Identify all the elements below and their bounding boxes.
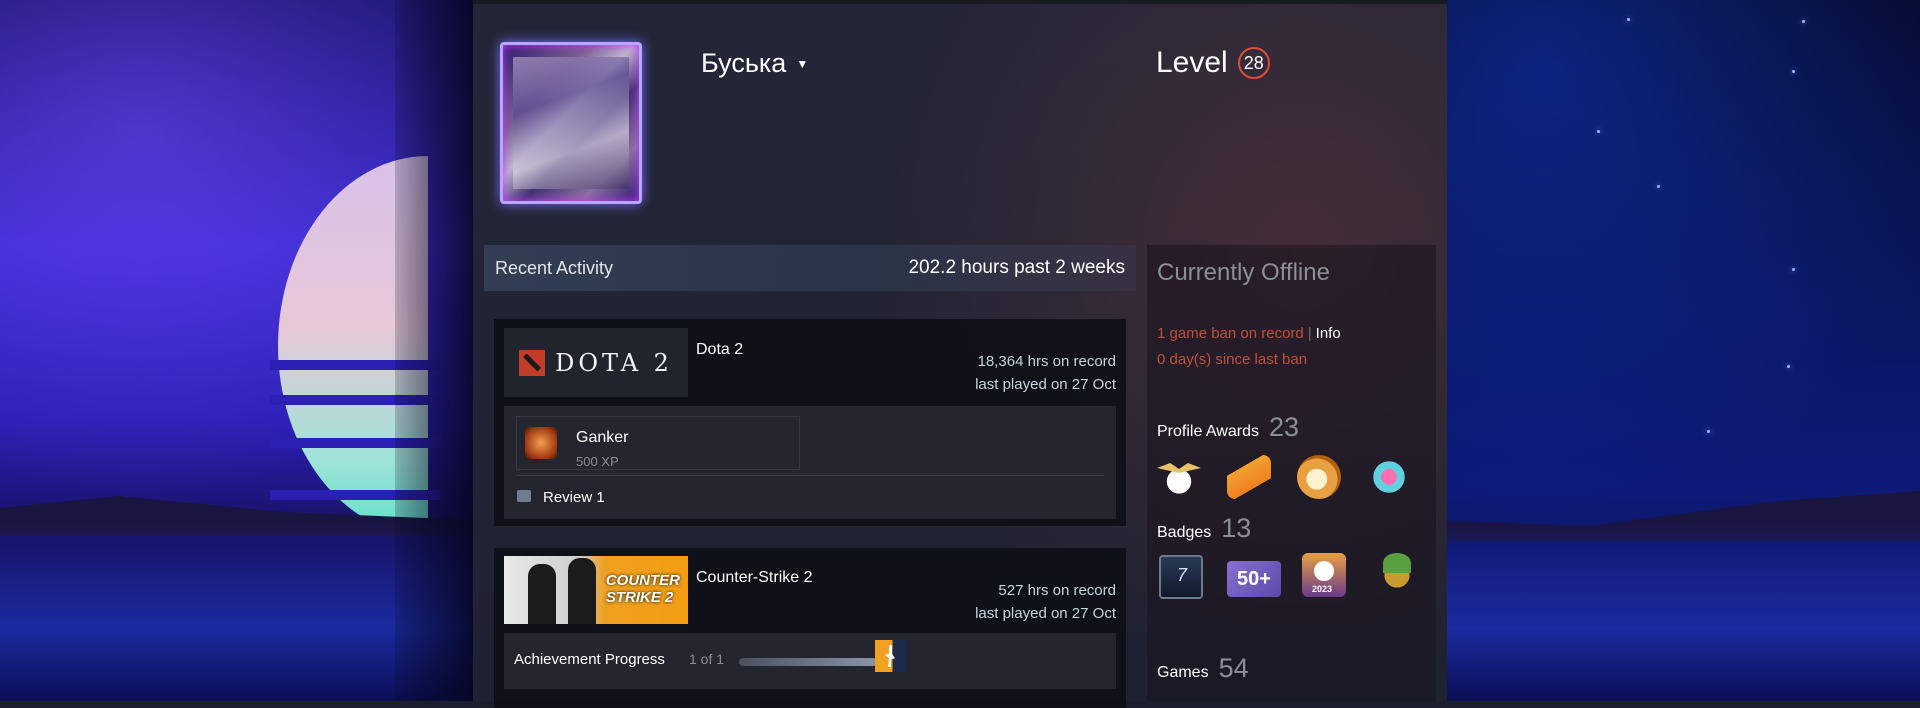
badge-year-label: 2023 [1312,584,1333,594]
badges-header[interactable]: Badges 13 [1157,513,1251,544]
avatar[interactable] [500,42,642,204]
review-link[interactable]: Review 1 [504,484,704,512]
hours-on-record: 527 hrs on record [998,582,1116,599]
online-status: Currently Offline [1157,259,1330,286]
achievement-item[interactable]: Ganker 500 XP [516,416,800,470]
top-bar [473,0,1447,4]
cs-soldier-graphic [568,558,596,624]
achievement-progress-label: Achievement Progress [514,651,665,668]
background-right [1447,0,1920,701]
divider [516,475,1104,476]
achievement-xp: 500 XP [576,454,619,469]
achievement-name: Ganker [576,429,629,446]
game-capsule-dota2[interactable]: DOTA 2 [504,328,688,397]
badges-label: Badges [1157,524,1212,541]
last-played: last played on 27 Oct [975,605,1116,622]
badge-game-icon[interactable] [1375,553,1419,597]
game-hours: 18,364 hrs on record last played on 27 O… [975,350,1116,396]
avatar-image [513,57,629,189]
game-capsule-cs2[interactable]: COUNTER STRIKE 2 [504,556,688,624]
game-name[interactable]: Counter-Strike 2 [696,569,813,587]
background-left [0,0,473,701]
thumbs-up-icon [517,490,531,502]
profile-main-column: Буська ▼ Level 28 Recent Activity 202.2 … [473,0,1447,708]
games-header[interactable]: Games 54 [1157,653,1249,684]
game-name[interactable]: Dota 2 [696,341,743,359]
recent-activity-title: Recent Activity [495,257,614,278]
achievement-ganker-icon [525,427,557,459]
award-hand-icon[interactable] [1227,455,1271,499]
cs-soldier-graphic [528,564,556,624]
badge-steam-2023-icon[interactable]: 2023 [1302,553,1346,597]
capsule-text: COUNTER STRIKE 2 [606,572,680,606]
badge-years-icon[interactable] [1159,555,1203,599]
achievement-thumbnail-icon[interactable] [875,640,907,672]
capsule-text-line2: STRIKE 2 [605,589,674,606]
game-details-dota2: Ganker 500 XP Review 1 [504,406,1116,519]
capsule-text: DOTA 2 [555,348,673,377]
level-badge[interactable]: 28 [1237,47,1270,79]
ban-text: 1 game ban on record [1157,325,1304,342]
palm-shadow [395,0,473,701]
games-label: Games [1157,664,1209,681]
achievement-progress-value: 1 of 1 [689,651,725,667]
award-horse-icon[interactable] [1297,455,1341,499]
profile-awards-label: Profile Awards [1157,423,1259,440]
capsule-text-line1: COUNTER [605,572,680,589]
sea-graphic [1447,521,1920,701]
profile-sidebar: Currently Offline 1 game ban on record | I… [1147,245,1436,701]
dota-logo-icon [519,349,546,376]
ban-status: 1 game ban on record | Info [1157,325,1341,342]
profile-awards-header[interactable]: Profile Awards 23 [1157,412,1299,443]
game-card-dota2: DOTA 2 Dota 2 18,364 hrs on record last … [494,319,1126,526]
game-hours: 527 hrs on record last played on 27 Oct [975,579,1116,625]
ban-days: 0 day(s) since last ban [1157,351,1308,368]
achievement-progress-bar [739,658,877,666]
award-creature-icon[interactable] [1367,455,1411,499]
badges-count: 13 [1221,513,1252,543]
games-count: 54 [1218,653,1249,683]
separator: | [1307,325,1312,342]
caret-down-icon: ▼ [796,56,809,71]
profile-level: Level 28 [1156,46,1270,80]
game-card-cs2: COUNTER STRIKE 2 Counter-Strike 2 527 hr… [494,548,1126,708]
hours-on-record: 18,364 hrs on record [977,353,1116,370]
review-label: Review 1 [543,489,605,506]
award-winged-icon[interactable] [1157,455,1201,499]
progress-fill [739,658,877,666]
recent-activity-header: Recent Activity 202.2 hours past 2 weeks [484,245,1136,291]
profile-awards-count: 23 [1268,412,1300,442]
persona-name-dropdown[interactable]: Буська ▼ [701,48,808,79]
achievement-progress-row[interactable]: Achievement Progress 1 of 1 [504,633,1116,689]
persona-name: Буська [701,48,787,78]
badge-50-plus[interactable]: 50+ [1227,561,1281,597]
recent-activity-hours: 202.2 hours past 2 weeks [908,257,1125,278]
ban-info-link[interactable]: Info [1316,325,1341,342]
level-label: Level [1156,46,1228,79]
last-played: last played on 27 Oct [975,376,1116,393]
